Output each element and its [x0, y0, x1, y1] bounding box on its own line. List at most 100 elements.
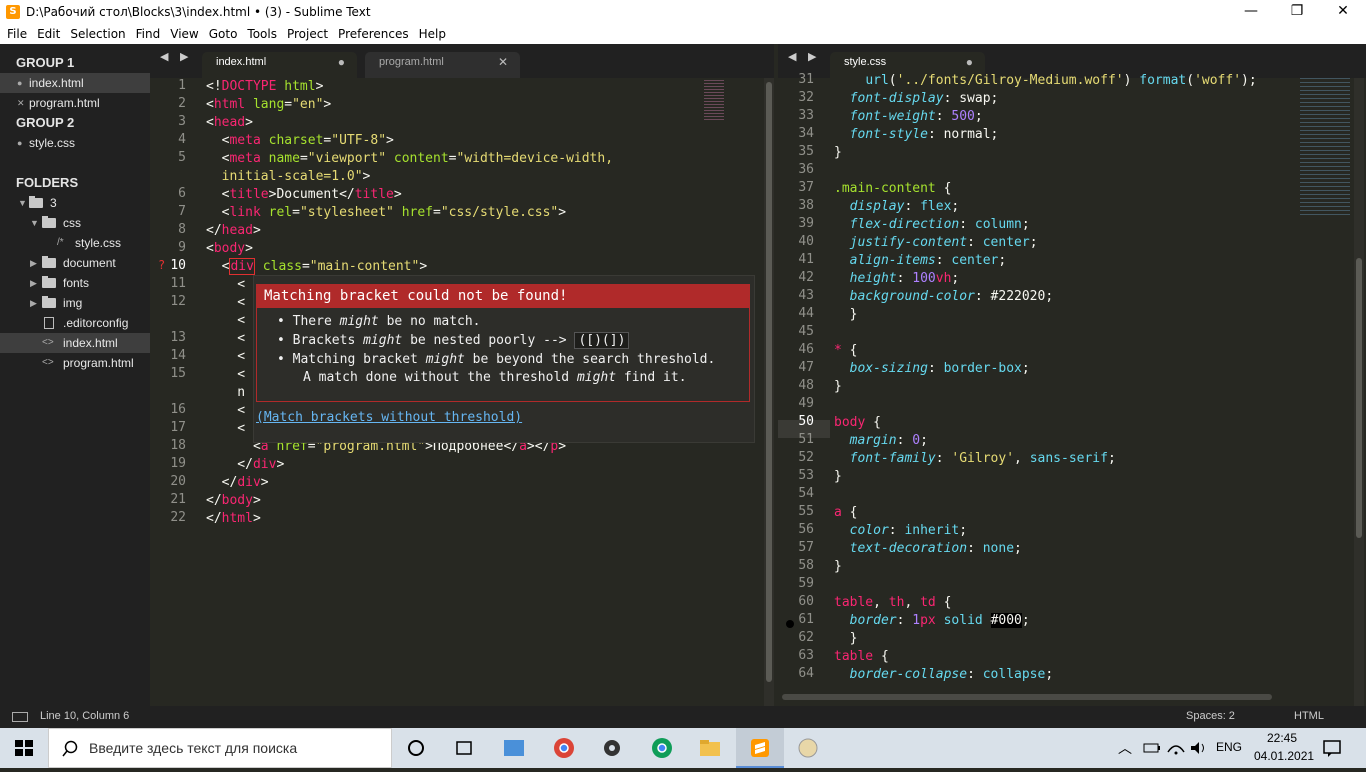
vertical-scrollbar[interactable] — [764, 78, 774, 706]
modified-dot-icon[interactable]: ● — [966, 52, 973, 72]
horizontal-scrollbar[interactable] — [782, 694, 1272, 700]
indentation-setting[interactable]: Spaces: 2 — [1186, 710, 1235, 722]
line-number: 45 — [798, 324, 814, 339]
open-file-program[interactable]: ✕ program.html — [0, 93, 150, 113]
folder-icon — [42, 256, 56, 268]
code-line: </body> — [206, 493, 261, 508]
minimap[interactable] — [1298, 78, 1358, 218]
battery-icon[interactable] — [1140, 736, 1164, 760]
maximize-button[interactable]: ❐ — [1274, 0, 1320, 24]
tab-label: index.html — [216, 56, 267, 68]
volume-icon[interactable] — [1186, 736, 1210, 760]
minimap[interactable] — [702, 78, 762, 198]
code-line: <link rel="stylesheet" href="css/style.c… — [206, 205, 567, 220]
line-number: 55 — [798, 504, 814, 519]
tree-folder-css[interactable]: ▼ css — [0, 213, 150, 233]
panel-toggle-icon[interactable] — [12, 712, 28, 722]
line-number: 15 — [170, 366, 186, 381]
tree-folder-document[interactable]: ▶ document — [0, 253, 150, 273]
paint-icon[interactable] — [796, 736, 820, 760]
code-line: } — [834, 559, 842, 574]
minimize-button[interactable]: — — [1228, 0, 1274, 24]
control-panel-icon[interactable] — [502, 736, 526, 760]
close-icon[interactable]: ✕ — [17, 93, 25, 113]
line-number: 22 — [170, 510, 186, 525]
menu-preferences[interactable]: Preferences — [333, 27, 414, 41]
line-number: 37 — [798, 180, 814, 195]
scrollbar-thumb[interactable] — [1356, 258, 1362, 538]
tree-folder-fonts[interactable]: ▶ fonts — [0, 273, 150, 293]
tree-file-editorconfig[interactable]: .editorconfig — [0, 313, 150, 333]
line-number: 58 — [798, 558, 814, 573]
line-number: 41 — [798, 252, 814, 267]
scrollbar-thumb[interactable] — [766, 82, 772, 682]
group1-header: GROUP 1 — [16, 55, 75, 70]
chrome-icon[interactable] — [552, 736, 576, 760]
editor-pane-right: ◀ ▶ style.css ● 31 32 33 34 35 36 37 38 … — [778, 44, 1366, 706]
status-bar: Line 10, Column 6 Spaces: 2 HTML — [0, 706, 1366, 728]
code-area-css[interactable]: url('../fonts/Gilroy-Medium.woff') forma… — [834, 73, 1257, 682]
tree-label: img — [63, 296, 83, 310]
tree-file-program[interactable]: <> program.html — [0, 353, 150, 373]
tree-folder-3[interactable]: ▼ 3 — [0, 193, 150, 213]
open-file-style[interactable]: ● style.css — [0, 133, 150, 153]
menu-view[interactable]: View — [165, 27, 203, 41]
input-language[interactable]: ENG — [1216, 740, 1242, 754]
tree-label: css — [63, 216, 81, 230]
popup-title: Matching bracket could not be found! — [256, 284, 750, 308]
task-view-icon[interactable] — [452, 736, 476, 760]
tree-label: program.html — [63, 356, 134, 370]
menu-find[interactable]: Find — [131, 27, 166, 41]
menu-goto[interactable]: Goto — [204, 27, 243, 41]
settings-gear-icon[interactable] — [600, 736, 624, 760]
chrome-icon[interactable] — [650, 736, 674, 760]
menu-edit[interactable]: Edit — [32, 27, 65, 41]
tree-label: document — [63, 256, 116, 270]
tab-nav-arrows[interactable]: ◀ ▶ — [160, 50, 192, 63]
code-line: font-family: 'Gilroy', sans-serif; — [849, 451, 1116, 466]
code-line: n — [206, 385, 246, 400]
windows-start-button[interactable] — [0, 728, 48, 768]
tab-nav-arrows[interactable]: ◀ ▶ — [788, 50, 820, 63]
menu-selection[interactable]: Selection — [65, 27, 130, 41]
file-explorer-icon[interactable] — [698, 736, 722, 760]
line-number: 16 — [170, 402, 186, 417]
close-button[interactable]: ✕ — [1320, 0, 1366, 24]
open-file-label: index.html — [29, 76, 84, 90]
tree-folder-img[interactable]: ▶ img — [0, 293, 150, 313]
line-gutter: 31 32 33 34 35 36 37 38 39 40 41 42 43 4… — [778, 72, 830, 706]
chevron-up-icon[interactable]: ︿ — [1118, 738, 1132, 758]
vertical-scrollbar[interactable] — [1354, 78, 1364, 706]
clock-date[interactable]: 04.01.2021 — [1254, 749, 1314, 763]
syntax-selector[interactable]: HTML — [1294, 710, 1324, 722]
menu-tools[interactable]: Tools — [242, 27, 282, 41]
wifi-icon[interactable] — [1164, 736, 1188, 760]
sublime-taskbar-button[interactable] — [736, 728, 784, 768]
clock-time[interactable]: 22:45 — [1262, 731, 1302, 745]
tree-file-index[interactable]: <> index.html — [0, 333, 150, 353]
match-without-threshold-link[interactable]: (Match brackets without threshold) — [256, 410, 522, 425]
open-file-index[interactable]: ● index.html — [0, 73, 150, 93]
cortana-icon[interactable] — [404, 736, 428, 760]
line-number: 5 — [178, 150, 186, 165]
code-line: <!DOCTYPE html> — [206, 79, 324, 94]
taskbar-search[interactable]: Введите здесь текст для поиска — [48, 728, 392, 768]
tree-file-style[interactable]: /* style.css — [0, 233, 150, 253]
tab-index-html[interactable]: index.html ● — [202, 52, 357, 78]
notifications-icon[interactable] — [1320, 736, 1344, 760]
search-icon — [62, 740, 78, 757]
html-file-icon: <> — [42, 357, 54, 368]
menu-help[interactable]: Help — [414, 27, 451, 41]
sublime-icon — [751, 739, 769, 757]
tab-program-html[interactable]: program.html ✕ — [365, 52, 520, 78]
popup-bullet: • There might be no match. — [277, 314, 481, 329]
html-file-icon: <> — [42, 337, 54, 348]
line-number: 56 — [798, 522, 814, 537]
menu-project[interactable]: Project — [282, 27, 333, 41]
menu-file[interactable]: File — [2, 27, 32, 41]
close-icon[interactable]: ✕ — [498, 52, 508, 72]
modified-dot-icon[interactable]: ● — [338, 52, 345, 72]
code-area-html[interactable]: <!DOCTYPE html> <html lang="en"> <head> … — [206, 78, 613, 526]
line-number: 34 — [798, 126, 814, 141]
line-number-current: 50 — [798, 414, 814, 429]
